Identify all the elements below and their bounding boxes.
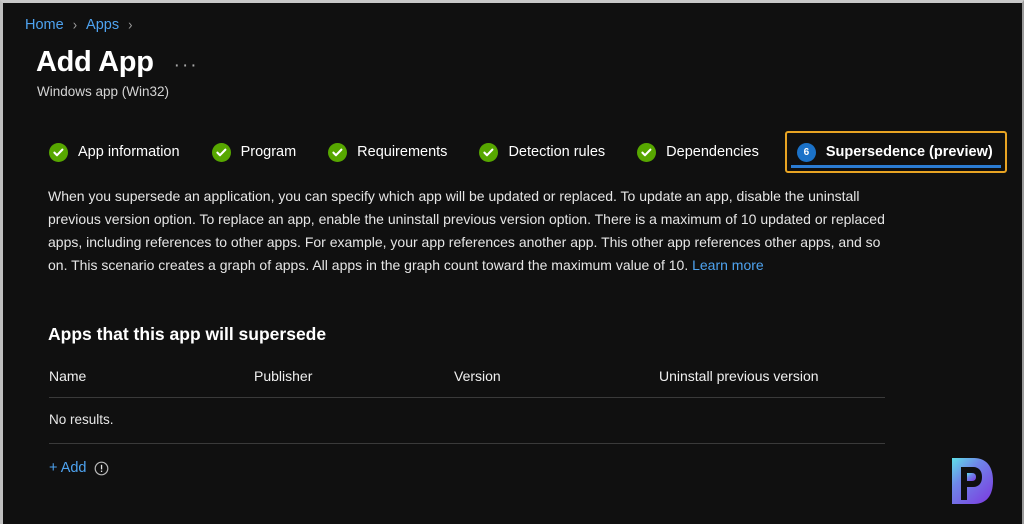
tab-supersedence-preview[interactable]: 6 Supersedence (preview) bbox=[784, 131, 1007, 173]
tab-label: Program bbox=[240, 144, 297, 160]
add-app-label: + Add bbox=[49, 460, 87, 476]
table-header-row: Name Publisher Version Uninstall previou… bbox=[49, 365, 885, 398]
breadcrumb-item-home[interactable]: Home bbox=[25, 16, 64, 34]
chevron-right-icon: › bbox=[72, 15, 78, 34]
info-circle-icon[interactable] bbox=[94, 461, 109, 476]
breadcrumb-item-apps[interactable]: Apps bbox=[86, 16, 119, 34]
wizard-tabs: App information Program Requirements Det… bbox=[43, 131, 1007, 173]
page-title: Add App bbox=[36, 46, 154, 78]
tab-label: App information bbox=[78, 144, 180, 160]
more-options-icon[interactable]: ··· bbox=[174, 56, 199, 76]
supersedence-description: When you supersede an application, you c… bbox=[48, 185, 888, 277]
check-circle-icon bbox=[211, 142, 231, 162]
check-circle-icon bbox=[328, 142, 348, 162]
check-circle-icon bbox=[479, 142, 499, 162]
check-circle-icon bbox=[49, 142, 68, 162]
tab-detection-rules[interactable]: Detection rules bbox=[473, 131, 615, 173]
active-tab-underline bbox=[790, 165, 1001, 168]
tab-requirements[interactable]: Requirements bbox=[322, 131, 457, 173]
column-header-version[interactable]: Version bbox=[454, 365, 659, 398]
tab-program[interactable]: Program bbox=[206, 131, 307, 173]
learn-more-link[interactable]: Learn more bbox=[692, 257, 764, 273]
empty-state-message: No results. bbox=[49, 397, 885, 444]
tab-dependencies[interactable]: Dependencies bbox=[631, 131, 769, 173]
page-subtitle: Windows app (Win32) bbox=[37, 84, 170, 99]
table-row: No results. bbox=[49, 397, 885, 444]
section-title: Apps that this app will supersede bbox=[48, 324, 327, 344]
tab-app-information[interactable]: App information bbox=[43, 131, 190, 173]
brand-logo bbox=[942, 452, 1000, 510]
window-content: Home › Apps › Add App ··· Windows app (W… bbox=[3, 3, 1022, 524]
breadcrumb: Home › Apps › bbox=[25, 16, 141, 34]
supersede-apps-table: Name Publisher Version Uninstall previou… bbox=[49, 365, 885, 444]
add-app-button[interactable]: + Add bbox=[49, 459, 109, 477]
number-badge-icon: 6 bbox=[796, 142, 816, 162]
page-title-row: Add App ··· bbox=[36, 45, 199, 79]
tab-label: Dependencies bbox=[666, 144, 759, 160]
tab-label: Supersedence (preview) bbox=[825, 144, 993, 160]
check-circle-icon bbox=[637, 142, 657, 162]
tab-label: Requirements bbox=[357, 144, 448, 160]
chevron-right-icon: › bbox=[128, 15, 133, 34]
column-header-uninstall-previous-version[interactable]: Uninstall previous version bbox=[659, 365, 885, 398]
tab-label: Detection rules bbox=[508, 144, 606, 160]
app-window: Home › Apps › Add App ··· Windows app (W… bbox=[0, 0, 1024, 524]
column-header-name[interactable]: Name bbox=[49, 365, 254, 398]
column-header-publisher[interactable]: Publisher bbox=[254, 365, 454, 398]
